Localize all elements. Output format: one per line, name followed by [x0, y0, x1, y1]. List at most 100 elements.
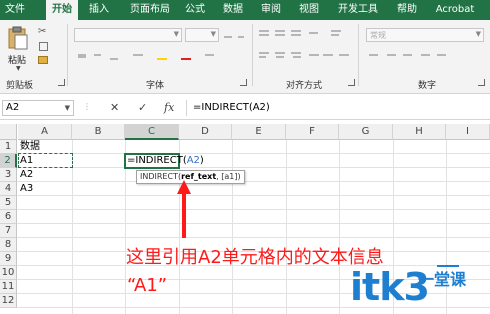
alignment-launcher-icon[interactable]: [348, 79, 355, 86]
column-header[interactable]: D: [179, 124, 232, 140]
decrease-decimal-icon[interactable]: [436, 50, 448, 60]
row-header[interactable]: 7: [0, 224, 17, 238]
select-all-corner[interactable]: [0, 124, 17, 140]
column-header[interactable]: E: [232, 124, 286, 140]
gridline: [17, 167, 490, 168]
number-launcher-icon[interactable]: [478, 79, 485, 86]
wrap-text-icon[interactable]: [330, 28, 342, 38]
align-right-icon[interactable]: [290, 50, 302, 60]
group-separator: [67, 24, 68, 86]
row-header[interactable]: 3: [0, 168, 17, 182]
tab-developer[interactable]: 开发工具: [330, 0, 386, 20]
formula-input[interactable]: =INDIRECT(A2): [186, 100, 488, 116]
cut-icon[interactable]: ✂: [38, 26, 46, 37]
name-box[interactable]: A2 ▼: [2, 100, 74, 116]
row-header[interactable]: 1: [0, 140, 17, 154]
tab-review[interactable]: 审阅: [254, 0, 288, 20]
ribbon-panel: 粘贴 ▼ ✂ 剪贴板 ▼ ▼ 字体 对齐方式 常规 ▼ 数字: [0, 20, 490, 94]
name-box-value: A2: [6, 102, 20, 113]
edit-cell-c2[interactable]: =INDIRECT(A2): [124, 153, 204, 169]
formula-bar: A2 ▼ ⋮ ✕ ✓ fx =INDIRECT(A2): [0, 96, 490, 120]
tab-page-layout[interactable]: 页面布局: [122, 0, 178, 20]
row-header[interactable]: 10: [0, 266, 17, 280]
fill-color-icon[interactable]: [156, 50, 168, 60]
tab-data[interactable]: 数据: [216, 0, 250, 20]
insert-function-icon[interactable]: fx: [164, 101, 174, 114]
tab-home[interactable]: 开始: [46, 0, 78, 20]
group-alignment-label: 对齐方式: [286, 81, 323, 91]
increase-indent-icon[interactable]: [322, 50, 334, 60]
cell-a4[interactable]: A3: [20, 182, 33, 196]
align-bottom-icon[interactable]: [290, 28, 302, 38]
decrease-indent-icon[interactable]: [308, 50, 320, 60]
font-launcher-icon[interactable]: [240, 79, 247, 86]
annotation-arrow: [177, 180, 191, 238]
tab-view[interactable]: 视图: [292, 0, 326, 20]
column-header[interactable]: H: [393, 124, 446, 140]
gridline: [17, 237, 490, 238]
column-header[interactable]: B: [72, 124, 125, 140]
gridline: [17, 181, 490, 182]
clipboard-launcher-icon[interactable]: [58, 79, 65, 86]
tab-file[interactable]: 文件: [0, 0, 30, 20]
row-header[interactable]: 4: [0, 182, 17, 196]
cancel-icon[interactable]: ✕: [110, 101, 119, 114]
font-name-dropdown[interactable]: ▼: [74, 28, 182, 42]
cell-a3[interactable]: A2: [20, 168, 33, 182]
column-header[interactable]: A: [18, 124, 72, 140]
number-format-dropdown[interactable]: 常规 ▼: [366, 28, 484, 42]
row-header[interactable]: 9: [0, 252, 17, 266]
border-icon[interactable]: [132, 50, 144, 60]
column-header[interactable]: I: [446, 124, 490, 140]
chevron-down-icon[interactable]: ▼: [65, 101, 70, 115]
tab-help[interactable]: 帮助: [390, 0, 424, 20]
accounting-format-icon[interactable]: [368, 50, 380, 60]
annotation-text: 这里引用A2单元格内的文本信息: [126, 247, 384, 268]
row-header[interactable]: 12: [0, 294, 17, 308]
row-header[interactable]: 2: [0, 154, 17, 168]
italic-icon[interactable]: [92, 50, 104, 60]
enter-icon[interactable]: ✓: [138, 101, 147, 114]
row-header[interactable]: 8: [0, 238, 17, 252]
align-center-icon[interactable]: [274, 50, 286, 60]
edit-formula-prefix: =INDIRECT(: [127, 155, 187, 166]
tab-acrobat[interactable]: Acrobat: [426, 0, 484, 20]
phonetic-icon[interactable]: [204, 50, 216, 60]
orientation-icon[interactable]: [308, 28, 320, 38]
column-header[interactable]: G: [339, 124, 393, 140]
underline-icon[interactable]: [108, 50, 120, 60]
merge-center-icon[interactable]: [338, 50, 350, 60]
font-size-dropdown[interactable]: ▼: [185, 28, 219, 42]
percent-style-icon[interactable]: [386, 50, 398, 60]
tooltip-rest: , [a1]): [216, 172, 241, 181]
align-middle-icon[interactable]: [274, 28, 286, 38]
column-header[interactable]: C: [125, 124, 179, 140]
paste-icon[interactable]: [8, 26, 28, 50]
group-separator: [252, 24, 253, 86]
comma-style-icon[interactable]: [402, 50, 414, 60]
group-clipboard-label: 剪贴板: [6, 81, 34, 91]
watermark-cn: 一堂课: [418, 270, 467, 289]
align-left-icon[interactable]: [258, 50, 270, 60]
bold-icon[interactable]: [76, 50, 88, 60]
column-header[interactable]: F: [286, 124, 339, 140]
copy-icon[interactable]: [39, 42, 48, 51]
row-header[interactable]: 5: [0, 196, 17, 210]
cell-a1[interactable]: 数据: [20, 140, 40, 154]
font-color-icon[interactable]: [180, 50, 192, 60]
increase-decimal-icon[interactable]: [420, 50, 432, 60]
annotation-text-value: “A1”: [127, 275, 168, 296]
row-header[interactable]: 6: [0, 210, 17, 224]
align-top-icon[interactable]: [258, 28, 270, 38]
shrink-font-icon[interactable]: [236, 30, 248, 40]
row-header[interactable]: 11: [0, 280, 17, 294]
group-font-label: 字体: [146, 81, 165, 91]
grow-font-icon[interactable]: [222, 30, 234, 40]
paste-dropdown-icon[interactable]: ▼: [16, 65, 21, 72]
gridline: [17, 209, 490, 210]
excel-window: 文件 开始 插入 页面布局 公式 数据 审阅 视图 开发工具 帮助 Acroba…: [0, 0, 490, 314]
edit-formula-ref: A2: [186, 155, 200, 166]
tab-formulas[interactable]: 公式: [178, 0, 212, 20]
format-painter-icon[interactable]: [38, 56, 48, 64]
tab-insert[interactable]: 插入: [82, 0, 116, 20]
